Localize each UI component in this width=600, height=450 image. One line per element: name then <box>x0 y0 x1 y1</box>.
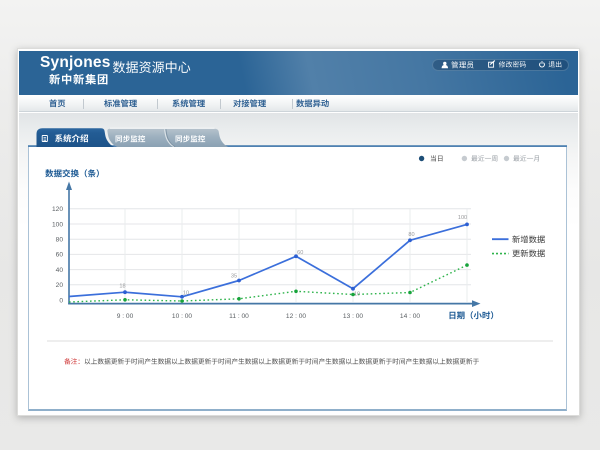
svg-text:11 : 00: 11 : 00 <box>229 313 249 320</box>
svg-text:10 : 00: 10 : 00 <box>172 313 192 320</box>
svg-text:13 : 00: 13 : 00 <box>343 313 363 320</box>
svg-text:14 : 00: 14 : 00 <box>400 313 420 320</box>
svg-text:80: 80 <box>56 237 64 244</box>
svg-text:35: 35 <box>231 273 237 279</box>
svg-text:80: 80 <box>408 232 414 238</box>
svg-text:9 : 00: 9 : 00 <box>117 313 134 320</box>
svg-text:60: 60 <box>297 250 303 256</box>
svg-text:120: 120 <box>52 206 63 213</box>
svg-text:10: 10 <box>183 291 189 297</box>
svg-text:40: 40 <box>56 267 64 274</box>
svg-text:20: 20 <box>56 282 64 289</box>
svg-text:60: 60 <box>56 252 64 259</box>
svg-text:18: 18 <box>119 284 125 290</box>
svg-text:100: 100 <box>458 215 467 221</box>
svg-text:10: 10 <box>354 291 360 297</box>
svg-text:12 : 00: 12 : 00 <box>286 313 306 320</box>
svg-text:0: 0 <box>59 298 63 305</box>
svg-text:100: 100 <box>52 221 63 228</box>
